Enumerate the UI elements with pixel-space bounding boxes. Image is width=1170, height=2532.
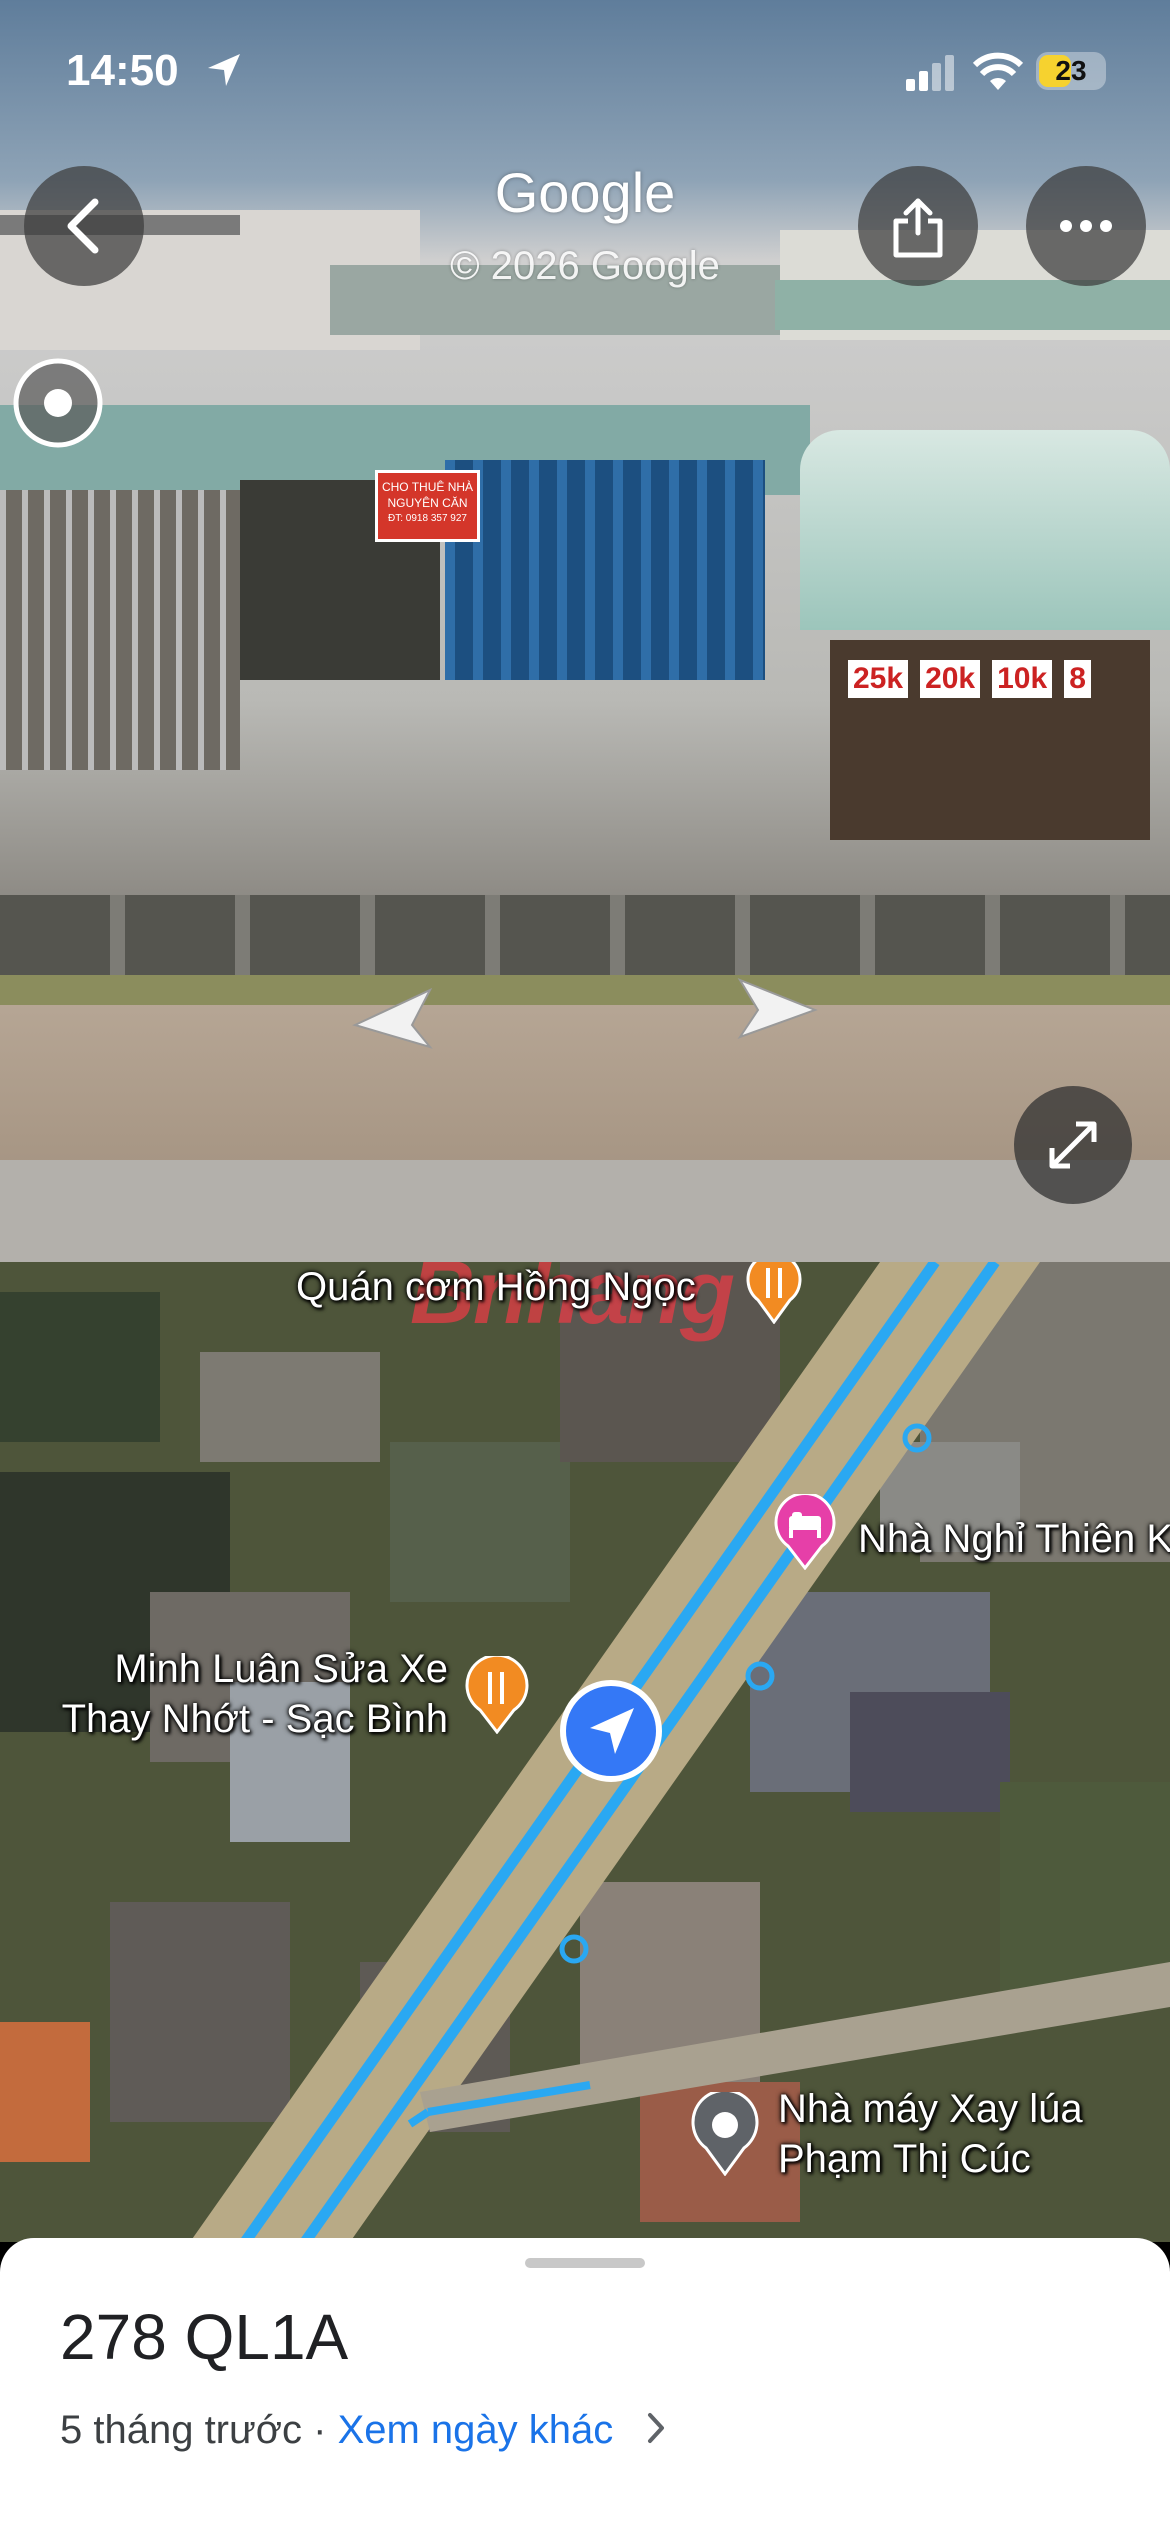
price-tags: 25k 20k 10k 8 — [848, 660, 1091, 698]
battery-level: 23 — [1055, 55, 1087, 86]
battery-icon: 23 — [1036, 52, 1106, 90]
expand-diagonal-icon — [1049, 1121, 1097, 1169]
place-label-nha-nghi[interactable]: Nhà Nghỉ Thiên K — [858, 1514, 1170, 1564]
place-label-minh-luan-line1: Minh Luân Sửa Xe — [114, 1647, 448, 1691]
restaurant-icon[interactable] — [744, 1262, 804, 1324]
hotel-icon[interactable] — [772, 1494, 838, 1570]
cellular-signal-icon — [906, 55, 954, 91]
price-tag: 8 — [1064, 660, 1091, 698]
wifi-icon — [972, 52, 1024, 90]
expand-button[interactable] — [1014, 1086, 1132, 1204]
price-tag: 25k — [848, 660, 909, 698]
share-icon — [893, 198, 943, 258]
place-label-nha-may[interactable]: Nhà máy Xay lúa Phạm Thị Cúc — [778, 2084, 1083, 2184]
copyright-label: © 2026 Google — [450, 244, 720, 288]
rent-sign: CHO THUÊ NHÀ NGUYÊN CĂN ĐT: 0918 357 927 — [375, 470, 480, 542]
status-time: 14:50 — [66, 46, 179, 95]
date-row: 5 tháng trước · Xem ngày khác — [60, 2408, 668, 2453]
street-view-panorama[interactable]: CHO THUÊ NHÀ NGUYÊN CĂN ĐT: 0918 357 927… — [0, 0, 1170, 1262]
bottom-sheet[interactable]: 278 QL1A 5 tháng trước · Xem ngày khác — [0, 2238, 1170, 2532]
address-title: 278 QL1A — [60, 2301, 349, 2373]
grass-strip — [0, 975, 1170, 1005]
move-left-arrow-icon[interactable] — [350, 985, 440, 1055]
place-label-minh-luan-line2: Thay Nhớt - Sạc Bình — [61, 1697, 448, 1741]
place-label-minh-luan[interactable]: Minh Luân Sửa Xe Thay Nhớt - Sạc Bình — [50, 1644, 448, 1744]
price-tag: 10k — [992, 660, 1053, 698]
asphalt — [0, 1160, 1170, 1262]
rent-sign-line2: NGUYÊN CĂN — [387, 496, 468, 510]
share-button[interactable] — [858, 166, 978, 286]
more-dots-icon — [1060, 220, 1112, 232]
place-label-nha-may-line1: Nhà máy Xay lúa — [778, 2087, 1083, 2131]
current-location-marker-icon[interactable] — [558, 1678, 664, 1784]
date-separator: · — [302, 2408, 338, 2452]
rent-sign-phone: ĐT: 0918 357 927 — [388, 513, 467, 524]
move-right-arrow-icon[interactable] — [730, 975, 820, 1045]
price-tag: 20k — [920, 660, 981, 698]
place-pin-icon[interactable] — [690, 2092, 760, 2176]
google-brand-label: Google — [494, 161, 676, 224]
more-options-button[interactable] — [1026, 166, 1146, 286]
place-label-nha-may-line2: Phạm Thị Cúc — [778, 2137, 1031, 2181]
chevron-right-icon[interactable] — [646, 2411, 668, 2445]
location-arrow-icon — [208, 54, 240, 86]
rent-sign-line1: CHO THUÊ NHÀ — [381, 480, 474, 494]
street-view-location-marker-icon[interactable] — [12, 357, 104, 449]
place-label-quan-com[interactable]: Quán cơm Hồng Ngọc — [296, 1262, 696, 1312]
curb-stones — [0, 895, 1170, 975]
sheet-drag-handle[interactable] — [525, 2258, 645, 2268]
satellite-map[interactable]: Bnhang Quán cơm Hồng Ngọc Nhà Nghỉ Thiên… — [0, 1262, 1170, 2242]
market-umbrella — [800, 430, 1170, 630]
folding-gate — [0, 490, 240, 770]
blue-gate — [445, 460, 765, 680]
capture-date-text: 5 tháng trước — [60, 2408, 303, 2452]
other-dates-link[interactable]: Xem ngày khác — [338, 2408, 614, 2452]
restaurant-icon[interactable] — [462, 1656, 532, 1734]
